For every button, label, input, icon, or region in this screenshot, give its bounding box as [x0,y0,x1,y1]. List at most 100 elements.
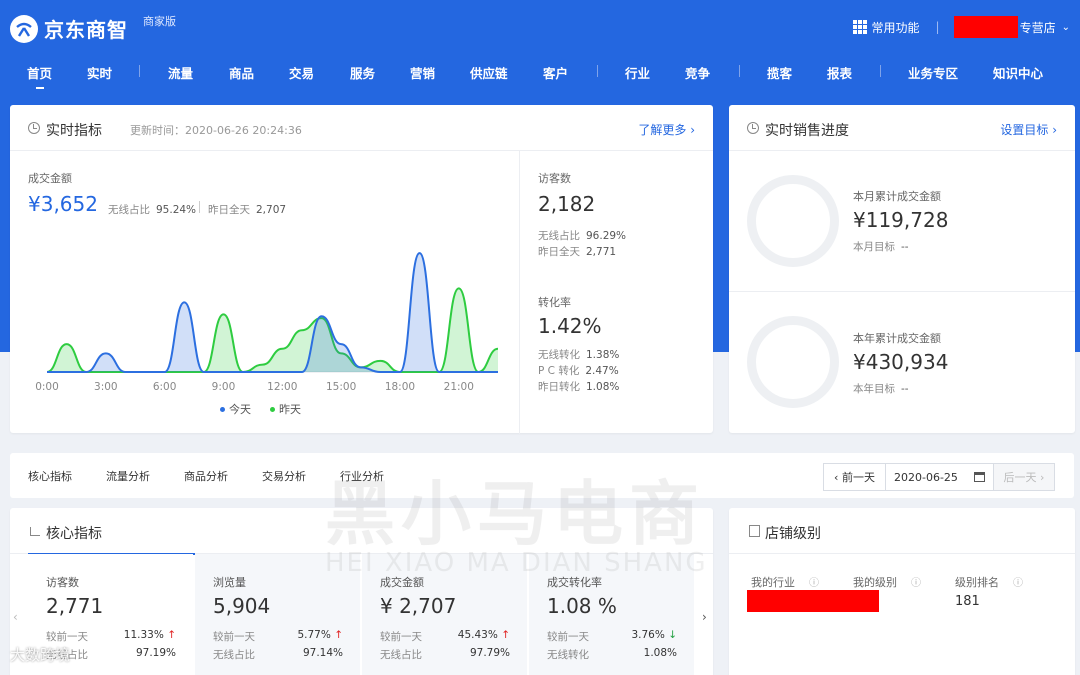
visitors-wireless: 无线占比 96.29% [538,230,627,242]
kpi-change-row: 较前一天 45.43% ↑ [380,629,510,643]
x-tick-label: 9:00 [212,381,236,393]
nav-attract[interactable]: 揽客 [767,63,792,82]
x-tick-label: 12:00 [267,381,297,393]
visitors-value: 2,182 [538,192,596,216]
conversion-value: 1.42% [538,314,602,338]
month-sales-value: ¥119,728 [853,208,949,232]
nav-divider [139,65,140,77]
tab-core-metrics[interactable]: 核心指标 [28,468,72,484]
chevron-down-icon[interactable]: ⌄ [1062,22,1070,33]
nav-divider [880,65,881,77]
common-functions-link[interactable]: 常用功能 [872,19,920,36]
realtime-chart-svg: 0:00 3:00 6:00 9:00 12:00 15:00 18:00 21:00 [35,252,499,393]
shop-suffix[interactable]: 专营店 [1020,19,1056,36]
date-value: 2020-06-25 [894,470,958,484]
kpi-sub-row: 无线占比 97.79% [380,647,510,661]
year-progress-ring [747,316,839,408]
prev-day-button[interactable]: ‹ 前一天 [824,464,886,490]
x-tick-label: 21:00 [444,381,474,393]
month-target: 本月目标 -- [853,241,909,253]
set-target-link[interactable]: 设置目标 › [1000,121,1057,138]
nav-home[interactable]: 首页 [27,63,52,89]
nav-trade[interactable]: 交易 [289,63,314,82]
date-picker: ‹ 前一天 2020-06-25 后一天 › [823,463,1055,491]
nav-goods[interactable]: 商品 [229,63,254,82]
learn-more-link[interactable]: 了解更多 › [638,121,695,138]
shop-level-card: 店铺级别 我的行业 ⓘ 我的级别 ⓘ 级别排名 ⓘ 181 [729,508,1075,675]
tab-goods-analysis[interactable]: 商品分析 [184,468,228,484]
nav-marketing[interactable]: 营销 [410,63,435,82]
calendar-icon[interactable] [974,472,985,482]
month-progress-ring [747,175,839,267]
legend-yesterday[interactable]: 昨天 [270,401,301,417]
shop-level-header: 店铺级别 [729,508,1075,554]
help-icon[interactable]: ⓘ [809,574,819,589]
clock-icon [28,122,40,134]
nav-traffic[interactable]: 流量 [168,63,193,82]
tab-traffic-analysis[interactable]: 流量分析 [106,468,150,484]
update-time: 更新时间：2020-06-26 20:24:36 [130,124,302,137]
kpi-value: 5,904 [213,594,271,618]
month-sales-label: 本月累计成交金额 [853,190,941,203]
nav-industry[interactable]: 行业 [625,63,650,82]
date-field[interactable]: 2020-06-25 [886,464,994,490]
year-sales-label: 本年累计成交金额 [853,332,941,345]
x-tick-label: 18:00 [385,381,415,393]
kpi-value: 1.08 % [547,594,617,618]
kpi-change-row: 较前一天 3.76% ↓ [547,629,677,643]
brand-name: 京东商智 [44,18,128,42]
top-bar: 京东商智 商家版 常用功能 | 专营店 ⌄ [0,0,1080,52]
next-day-button[interactable]: 后一天 › [994,464,1054,490]
watermark-text: 黑小马电商 [325,473,705,555]
x-tick-label: 0:00 [35,381,59,393]
nav-competition[interactable]: 竞争 [685,63,710,82]
x-tick-label: 15:00 [326,381,356,393]
legend-dot [220,406,225,412]
kpi-value: 2,771 [46,594,104,618]
kpi-sub-row: 无线转化 1.08% [547,647,677,661]
kpi-value: ¥ 2,707 [380,594,457,618]
bar-chart-icon [30,527,40,536]
header-separator: | [935,20,940,34]
nav-business-zone[interactable]: 业务专区 [908,63,958,82]
jd-logo-icon [10,14,38,43]
kpi-change-row: 较前一天 5.77% ↑ [213,629,343,643]
year-target: 本年目标 -- [853,383,909,395]
legend-today[interactable]: 今天 [220,401,251,417]
month-sales-block: 本月累计成交金额 ¥119,728 本月目标 -- [729,151,1075,293]
x-tick-label: 6:00 [153,381,177,393]
my-level-label: 我的级别 [853,576,897,589]
sales-progress-card: 实时销售进度 设置目标 › 本月累计成交金额 ¥119,728 本月目标 -- 本… [729,105,1075,433]
nav-service[interactable]: 服务 [350,63,375,82]
conversion-yesterday: 昨日转化 1.08% [538,381,620,393]
sales-card-header: 实时销售进度 设置目标 › [729,105,1075,151]
x-tick-label: 3:00 [94,381,118,393]
brand-logo[interactable]: 京东商智 [10,14,128,43]
kpi-label: 访客数 [46,576,79,589]
nav-supply-chain[interactable]: 供应链 [470,63,508,82]
shop-name-redacted[interactable] [953,16,1018,38]
conversion-pc: P C 转化 2.47% [538,365,619,377]
nav-divider [597,65,598,77]
sales-title: 实时销售进度 [765,123,849,139]
kpi-change-row: 较前一天 11.33% ↑ [46,629,176,643]
year-sales-block: 本年累计成交金额 ¥430,934 本年目标 -- [729,291,1075,433]
conversion-wireless: 无线转化 1.38% [538,349,620,361]
apps-grid-icon[interactable] [852,20,867,34]
tab-trade-analysis[interactable]: 交易分析 [262,468,306,484]
trend-down-icon: ↓ [668,629,677,641]
trend-up-icon: ↑ [501,629,510,641]
conversion-label: 转化率 [538,296,571,309]
legend-dot [270,406,275,412]
help-icon[interactable]: ⓘ [911,574,921,589]
trend-up-icon: ↑ [167,629,176,641]
help-icon[interactable]: ⓘ [1013,574,1023,589]
nav-reports[interactable]: 报表 [827,63,852,82]
nav-customer[interactable]: 客户 [543,63,568,82]
nav-realtime[interactable]: 实时 [87,63,112,82]
nav-knowledge[interactable]: 知识中心 [993,63,1043,82]
visitors-label: 访客数 [538,172,571,185]
target-icon [747,122,759,134]
scroll-right-icon[interactable]: › [702,610,707,624]
scroll-left-icon[interactable]: ‹ [13,610,18,624]
